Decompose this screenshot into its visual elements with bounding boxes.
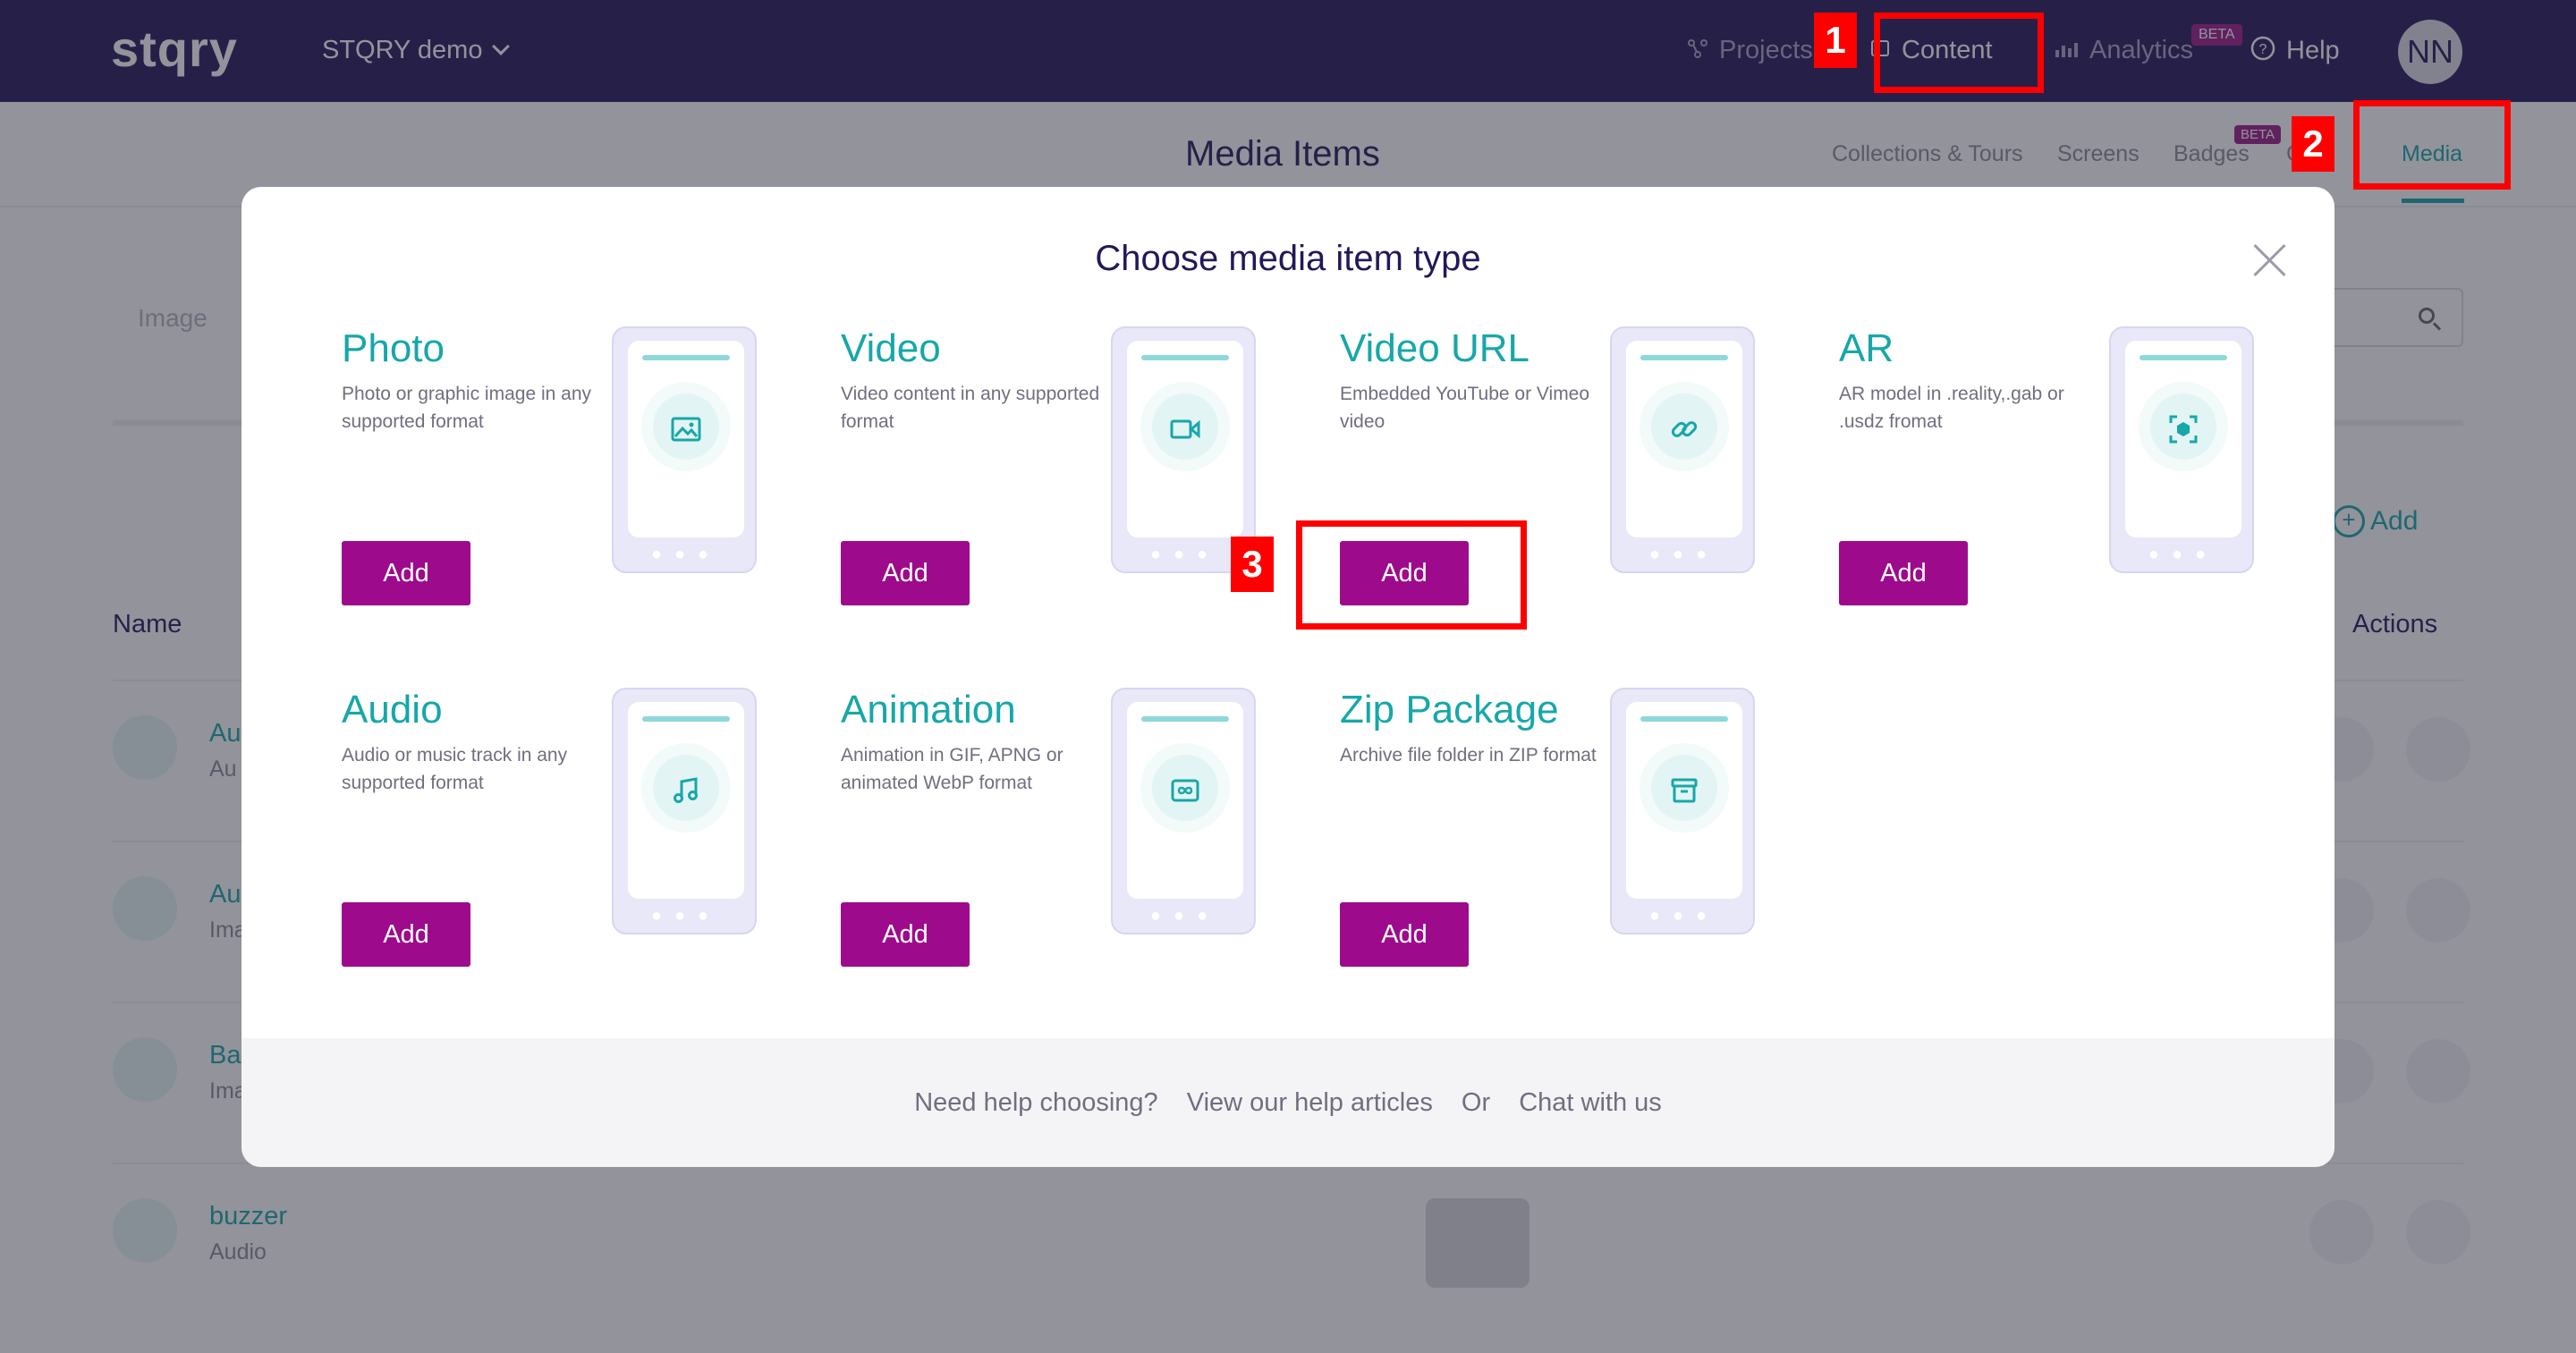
step-number-3: 3	[1231, 537, 1274, 592]
phone-illustration: ●●●	[1111, 688, 1256, 934]
infinity-icon	[1152, 755, 1218, 821]
music-note-icon	[653, 755, 719, 821]
image-icon	[653, 393, 719, 460]
media-type-description: Embedded YouTube or Vimeo video	[1340, 384, 1590, 432]
media-type-zip-package: Zip Package Archive file folder in ZIP f…	[1240, 688, 1755, 1010]
media-type-title: Video URL	[1340, 326, 1530, 370]
highlight-media-tab	[2353, 100, 2511, 190]
highlight-video-url-add	[1296, 520, 1527, 630]
media-type-description: Audio or music track in any supported fo…	[342, 745, 568, 793]
add-video-button[interactable]: Add	[841, 541, 970, 605]
ar-cube-icon	[2150, 393, 2216, 460]
close-icon[interactable]	[2250, 241, 2290, 280]
media-type-description: Video content in any supported format	[841, 384, 1100, 432]
phone-illustration: ●●●	[1610, 326, 1755, 573]
dialog-footer: Need help choosing? View our help articl…	[242, 1038, 2334, 1167]
media-type-animation: Animation Animation in GIF, APNG or anim…	[741, 688, 1256, 1010]
media-type-title: Animation	[841, 688, 1016, 731]
add-animation-button[interactable]: Add	[841, 902, 970, 967]
media-type-audio: Audio Audio or music track in any suppor…	[242, 688, 757, 1010]
media-type-description: Animation in GIF, APNG or animated WebP …	[841, 745, 1063, 793]
choose-media-type-dialog: Choose media item type Photo Photo or gr…	[242, 187, 2334, 1167]
media-type-ar: AR AR model in .reality,.gab or .usdz fr…	[1739, 326, 2254, 648]
media-type-photo: Photo Photo or graphic image in any supp…	[242, 326, 757, 648]
add-ar-button[interactable]: Add	[1839, 541, 1968, 605]
link-icon	[1651, 393, 1717, 460]
chat-link[interactable]: Chat with us	[1519, 1088, 1662, 1117]
footer-or: Or	[1461, 1088, 1491, 1117]
media-type-title: AR	[1839, 326, 1894, 370]
add-zip-package-button[interactable]: Add	[1340, 902, 1469, 967]
step-number-1: 1	[1814, 13, 1857, 68]
media-type-title: Photo	[342, 326, 445, 370]
help-question: Need help choosing?	[914, 1088, 1158, 1117]
phone-illustration: ●●●	[2109, 326, 2254, 573]
media-type-title: Zip Package	[1340, 688, 1559, 731]
add-audio-button[interactable]: Add	[342, 902, 470, 967]
phone-illustration: ●●●	[612, 326, 757, 573]
media-type-description: Photo or graphic image in any supported …	[342, 384, 591, 432]
dialog-title: Choose media item type	[1095, 239, 1481, 278]
phone-illustration: ●●●	[1610, 688, 1755, 934]
media-type-title: Audio	[342, 688, 443, 731]
media-type-description: AR model in .reality,.gab or .usdz froma…	[1839, 384, 2064, 432]
add-photo-button[interactable]: Add	[342, 541, 470, 605]
media-type-description: Archive file folder in ZIP format	[1340, 745, 1597, 765]
help-articles-link[interactable]: View our help articles	[1187, 1088, 1433, 1117]
step-number-2: 2	[2292, 116, 2334, 172]
video-camera-icon	[1152, 393, 1218, 460]
media-type-video: Video Video content in any supported for…	[741, 326, 1256, 648]
highlight-content	[1874, 13, 2044, 93]
phone-illustration: ●●●	[612, 688, 757, 934]
archive-box-icon	[1651, 755, 1717, 821]
media-type-title: Video	[841, 326, 941, 370]
